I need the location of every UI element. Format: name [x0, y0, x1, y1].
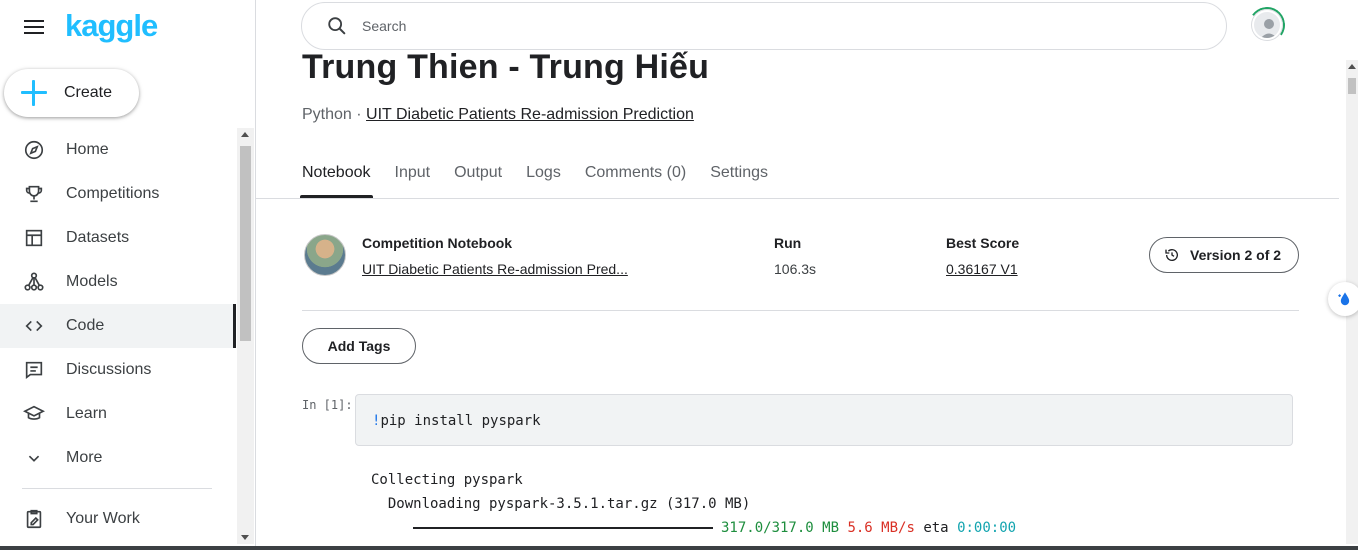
version-label: Version 2 of 2 [1190, 247, 1282, 263]
tab-notebook[interactable]: Notebook [300, 164, 372, 198]
tab-input[interactable]: Input [395, 164, 431, 198]
eta-label: eta [923, 520, 949, 536]
plus-icon [20, 79, 48, 107]
competition-notebook-link[interactable]: UIT Diabetic Patients Re-admission Pred.… [362, 261, 628, 277]
create-button-label: Create [64, 84, 113, 101]
code-text: pip install pyspark [380, 413, 541, 429]
output-progress-line: 317.0/317.0 MB 5.6 MB/s eta 0:00:00 [413, 520, 1016, 536]
tab-settings[interactable]: Settings [710, 164, 768, 198]
table-icon [22, 226, 46, 250]
language-label: Python [302, 106, 352, 123]
sidebar-item-label: Home [66, 141, 109, 158]
progress-size: 317.0/317.0 MB [721, 520, 840, 536]
discussion-icon [22, 358, 46, 382]
search-input[interactable] [362, 18, 1162, 34]
sidebar-item-more[interactable]: More [0, 436, 236, 480]
sidebar: kaggle Create Home Competitions Datasets… [0, 0, 256, 550]
competition-label: Competition Notebook [362, 235, 513, 251]
sidebar-item-label: Datasets [66, 229, 130, 246]
output-line: Collecting pyspark [371, 472, 523, 488]
sidebar-item-discussions[interactable]: Discussions [0, 348, 236, 392]
sidebar-item-competitions[interactable]: Competitions [0, 172, 236, 216]
version-button[interactable]: Version 2 of 2 [1149, 237, 1299, 273]
kaggle-logo[interactable]: kaggle [65, 8, 158, 44]
progress-bar [413, 527, 713, 529]
search-icon [328, 17, 346, 35]
scrollbar-thumb[interactable] [1348, 78, 1356, 94]
graduation-cap-icon [22, 402, 46, 426]
add-tags-button[interactable]: Add Tags [302, 328, 416, 364]
sidebar-item-label: Competitions [66, 185, 160, 202]
notebook-tabs: Notebook Input Output Logs Comments (0) … [300, 164, 792, 198]
output-line: Downloading pyspark-3.5.1.tar.gz (317.0 … [371, 496, 751, 512]
sidebar-scrollbar[interactable] [237, 128, 254, 544]
compass-icon [22, 138, 46, 162]
sidebar-item-label: Models [66, 273, 118, 290]
sidebar-item-label: Your Work [66, 510, 140, 527]
sidebar-divider [22, 488, 212, 489]
cell-prompt: In [1]: [302, 398, 353, 412]
page-title: Trung Thien - Trung Hiếu [302, 48, 710, 86]
eta-value: 0:00:00 [957, 520, 1017, 536]
sidebar-item-learn[interactable]: Learn [0, 392, 236, 436]
floating-extension-button[interactable] [1328, 282, 1358, 316]
chevron-down-icon [22, 446, 46, 470]
active-indicator [233, 304, 236, 348]
download-speed: 5.6 MB/s [847, 520, 915, 536]
sidebar-item-label: More [66, 449, 103, 466]
sidebar-item-your-work[interactable]: Your Work [0, 497, 236, 541]
search-bar[interactable] [301, 2, 1227, 50]
sidebar-item-home[interactable]: Home [0, 128, 236, 172]
models-icon [22, 270, 46, 294]
best-score-link[interactable]: 0.36167 V1 [946, 261, 1018, 277]
tab-logs[interactable]: Logs [526, 164, 561, 198]
trophy-icon [22, 182, 46, 206]
avatar[interactable] [1252, 10, 1282, 40]
code-icon [22, 314, 46, 338]
sidebar-item-code[interactable]: Code [0, 304, 236, 348]
history-icon [1165, 249, 1178, 261]
main-content: Trung Thien - Trung Hiếu Python · UIT Di… [256, 0, 1358, 550]
competition-link[interactable]: UIT Diabetic Patients Re-admission Predi… [366, 106, 694, 123]
create-button[interactable]: Create [4, 69, 139, 117]
clipboard-edit-icon [22, 507, 46, 531]
sidebar-item-label: Learn [66, 405, 107, 422]
section-divider [302, 310, 1299, 311]
code-cell[interactable]: !pip install pyspark [355, 394, 1293, 446]
taskbar-edge [0, 546, 1358, 550]
sidebar-item-datasets[interactable]: Datasets [0, 216, 236, 260]
water-drop-icon [1338, 292, 1350, 306]
tabs-divider [256, 198, 1339, 199]
best-score-label: Best Score [946, 235, 1020, 251]
tab-output[interactable]: Output [454, 164, 502, 198]
sidebar-item-label: Code [66, 317, 105, 334]
sidebar-item-label: Discussions [66, 361, 152, 378]
notebook-subtitle: Python · UIT Diabetic Patients Re-admiss… [302, 106, 694, 123]
sidebar-nav: Home Competitions Datasets Models Code D… [0, 128, 236, 541]
scroll-up-icon[interactable] [1348, 64, 1356, 69]
tab-comments[interactable]: Comments (0) [585, 164, 686, 198]
scroll-down-icon[interactable] [241, 535, 249, 540]
run-label: Run [774, 235, 802, 251]
run-value: 106.3s [774, 261, 817, 277]
competition-thumbnail[interactable] [304, 234, 346, 276]
sidebar-item-models[interactable]: Models [0, 260, 236, 304]
menu-icon[interactable] [22, 16, 46, 38]
scroll-up-icon[interactable] [241, 132, 249, 137]
scrollbar-thumb[interactable] [240, 146, 251, 341]
